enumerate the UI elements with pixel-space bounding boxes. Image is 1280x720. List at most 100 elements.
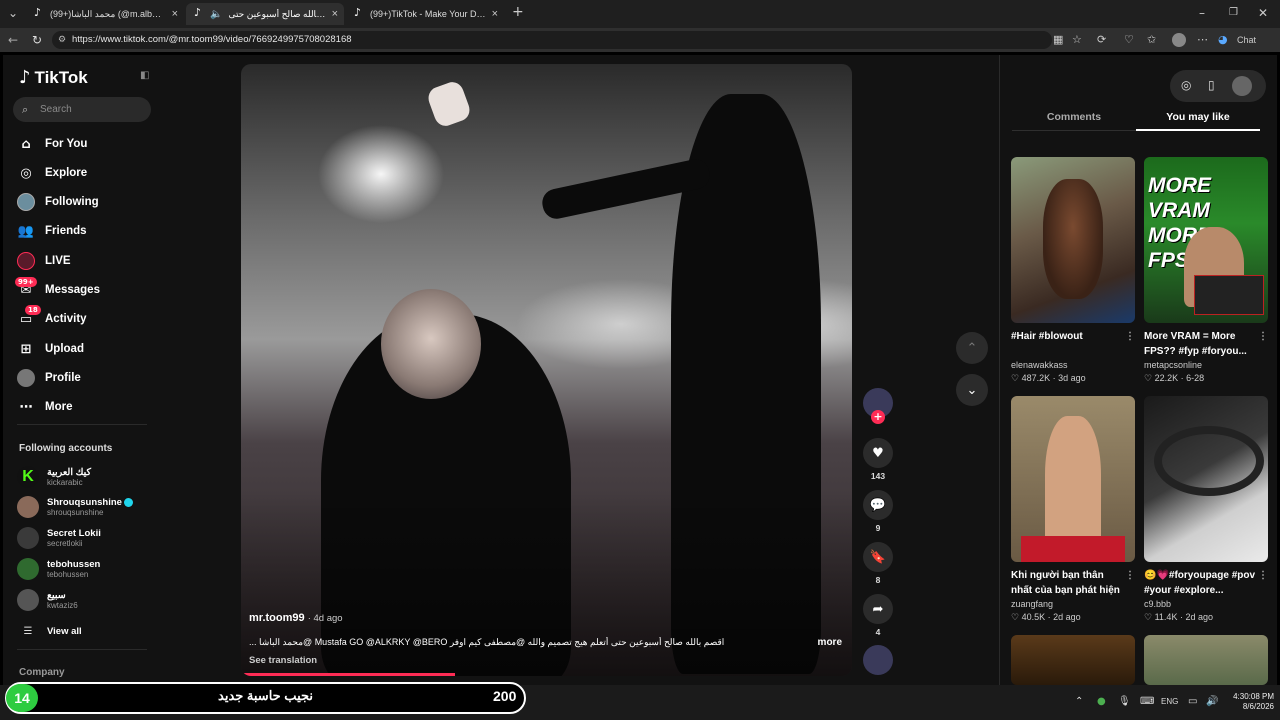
refresh-icon[interactable]: ↻ <box>32 33 42 47</box>
card-more-icon[interactable]: ⋮ <box>1125 568 1135 583</box>
split-screen-icon[interactable]: ▦ <box>1053 33 1063 46</box>
nav-messages[interactable]: ✉ 99+ Messages <box>15 277 157 302</box>
network-icon[interactable]: ▭ <box>1188 696 1197 707</box>
extensions-icon[interactable]: ⟳ <box>1097 33 1106 46</box>
new-tab-button[interactable]: + <box>512 4 524 20</box>
suggested-video-card[interactable]: 😊💗#foryoupage #pov #your #explore... ⋮ c9… <box>1144 396 1268 623</box>
follow-plus-icon[interactable]: + <box>871 410 885 424</box>
speaker-icon[interactable]: 🔈 <box>210 9 222 20</box>
nav-activity[interactable]: ▭ 18 Activity <box>17 305 157 331</box>
compass-icon[interactable]: ◎ <box>1181 78 1191 92</box>
tray-app-icon[interactable]: ● <box>1097 696 1106 707</box>
next-video-button[interactable]: ⌄ <box>956 374 988 406</box>
nav-profile[interactable]: Profile <box>17 366 157 390</box>
tab-current-video[interactable]: 🔈 اقصم بالله صالح أسبوعين حتى × <box>186 3 344 25</box>
tab-title: (99+)TikTok - Make Your Day <box>370 9 486 19</box>
nav-label: Following <box>45 196 99 208</box>
collapse-sidebar-icon[interactable]: ◧ <box>140 70 149 81</box>
tab-list-icon[interactable]: ⌄ <box>8 6 18 20</box>
account-kwtaziz6[interactable]: سبيع kwtaziz6 <box>17 587 157 613</box>
back-icon[interactable]: ← <box>8 33 18 47</box>
volume-icon[interactable]: 🔊 <box>1206 696 1218 707</box>
tiktok-logo[interactable]: ♪ TikTok <box>19 67 88 88</box>
card-more-icon[interactable]: ⋮ <box>1258 329 1268 344</box>
view-all-button[interactable]: ☰ View all <box>17 618 157 644</box>
tray-overflow-icon[interactable]: ⌃ <box>1075 696 1083 707</box>
account-secretlokii[interactable]: Secret Lokii secretlokii <box>17 525 157 551</box>
copilot-icon[interactable]: ◕ <box>1218 33 1228 46</box>
see-translation-link[interactable]: See translation <box>249 655 317 666</box>
video-progress-bar[interactable] <box>241 673 455 676</box>
card-more-icon[interactable]: ⋮ <box>1258 568 1268 583</box>
more-options-icon[interactable]: ⋯ <box>1197 33 1208 46</box>
overlay-text: نجيب حاسبة جديد <box>218 688 314 703</box>
nav-live[interactable]: LIVE <box>17 249 157 273</box>
overlay-counter-badge: 14 <box>6 684 38 712</box>
url-field[interactable]: ⚙ https://www.tiktok.com/@mr.toom99/vide… <box>52 31 1052 49</box>
suggested-video-card[interactable]: #Hair #blowout ⋮ elenawakkass ♡ 487.2K · … <box>1011 157 1135 384</box>
card-author[interactable]: metapcsonline <box>1144 360 1268 370</box>
caption-more-button[interactable]: more <box>818 637 842 648</box>
video-thumbnail[interactable] <box>1011 635 1135 685</box>
creator-avatar-button[interactable]: + <box>863 388 893 424</box>
video-thumbnail[interactable] <box>1144 635 1268 685</box>
close-tab-icon[interactable]: × <box>492 8 504 20</box>
favorite-star-icon[interactable]: ☆ <box>1072 33 1082 46</box>
company-link[interactable]: Company <box>19 667 65 678</box>
account-kickarabic[interactable]: K كيك العربية kickarabic <box>17 464 157 490</box>
browser-essentials-icon[interactable]: ♡ <box>1124 33 1134 46</box>
tiktok-tab-icon <box>34 6 44 19</box>
microphone-icon[interactable]: 🎙 <box>1118 696 1131 707</box>
favorites-icon[interactable]: ✩ <box>1147 33 1156 46</box>
card-author[interactable]: zuangfang <box>1011 599 1135 609</box>
tab-comments[interactable]: Comments <box>1012 111 1136 123</box>
account-tebohussen[interactable]: tebohussen tebohussen <box>17 556 157 582</box>
share-button[interactable]: ➦ 4 <box>863 594 893 637</box>
nav-label: Upload <box>45 343 84 355</box>
like-button[interactable]: ♥ 143 <box>863 438 893 481</box>
language-indicator[interactable]: ENG <box>1161 697 1178 706</box>
suggested-video-card[interactable]: MORE VRAM MORE FPS? More VRAM = More FPS… <box>1144 157 1268 384</box>
account-shrouqsunshine[interactable]: Shrouqsunshine shrouqsunshine <box>17 494 157 520</box>
video-thumbnail <box>1144 396 1268 562</box>
minimize-icon[interactable]: – <box>1199 6 1205 20</box>
nav-explore[interactable]: ◎ Explore <box>17 161 157 185</box>
video-username[interactable]: mr.toom99 <box>249 612 305 624</box>
search-input[interactable]: ⌕ Search <box>13 97 151 122</box>
card-author[interactable]: c9.bbb <box>1144 599 1268 609</box>
divider <box>17 424 147 425</box>
save-button[interactable]: 🔖 8 <box>863 542 893 585</box>
close-window-icon[interactable]: ✕ <box>1258 6 1268 20</box>
maximize-icon[interactable]: ❐ <box>1229 7 1238 18</box>
close-tab-icon[interactable]: × <box>332 8 344 20</box>
music-disc-button[interactable] <box>863 645 893 675</box>
tab-you-may-like[interactable]: You may like <box>1136 111 1260 123</box>
clock[interactable]: 4:30:08 PM 8/6/2026 <box>1226 692 1274 712</box>
device-icon[interactable]: ▯ <box>1208 78 1215 92</box>
save-count: 8 <box>875 575 881 585</box>
nav-friends[interactable]: 👥 Friends <box>17 219 157 243</box>
profile-avatar-icon[interactable] <box>1172 33 1186 47</box>
nav-for-you[interactable]: ⌂ For You <box>17 132 157 156</box>
site-info-icon[interactable]: ⚙ <box>58 31 66 49</box>
user-avatar[interactable] <box>1232 76 1252 96</box>
nav-upload[interactable]: ⊞ Upload <box>17 337 157 361</box>
card-more-icon[interactable]: ⋮ <box>1125 329 1135 344</box>
overlay-value: 200 <box>493 688 517 704</box>
card-author[interactable]: elenawakkass <box>1011 360 1135 370</box>
nav-following[interactable]: Following <box>17 190 157 214</box>
close-tab-icon[interactable]: × <box>172 8 184 20</box>
previous-video-button[interactable]: ⌃ <box>956 332 988 364</box>
chat-button[interactable]: Chat <box>1237 35 1256 45</box>
suggested-video-card[interactable]: Khi người bạn thân nhất của bạn phát hiệ… <box>1011 396 1135 623</box>
video-player[interactable]: mr.toom99 · 4d ago اقصم بالله صالح أسبوع… <box>241 64 852 676</box>
tab-tiktok-home[interactable]: (99+)TikTok - Make Your Day × <box>346 3 504 25</box>
nav-label: Friends <box>45 225 87 237</box>
tab-albasha[interactable]: (99+)محمد الباشا (@m.albasha2) | × <box>26 3 184 25</box>
comment-button[interactable]: 💬 9 <box>863 490 893 533</box>
card-likes: 487.2K <box>1021 373 1051 383</box>
keyboard-icon[interactable]: ⌨ <box>1140 696 1154 707</box>
nav-more[interactable]: ⋯ More <box>17 395 157 419</box>
video-thumbnail <box>1011 396 1135 562</box>
video-author-line[interactable]: mr.toom99 · 4d ago <box>249 612 343 624</box>
